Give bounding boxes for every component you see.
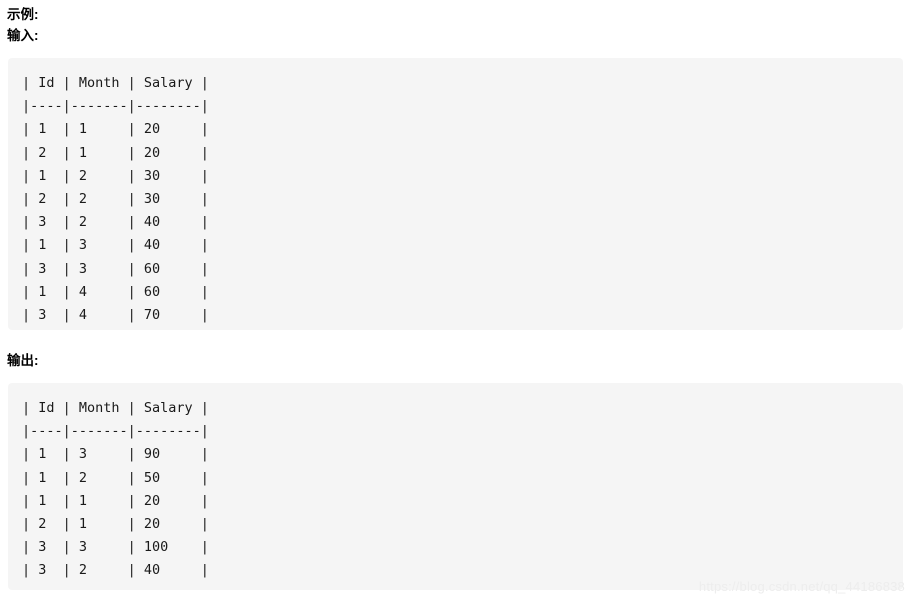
watermark-url: https://blog.csdn.net/qq_44186838 xyxy=(698,579,905,594)
heading-example: 示例: xyxy=(7,7,39,22)
heading-output: 输出: xyxy=(7,353,39,368)
input-table-text: | Id | Month | Salary | |----|-------|--… xyxy=(22,75,209,324)
code-block-output: | Id | Month | Salary | |----|-------|--… xyxy=(8,383,903,590)
code-block-input: | Id | Month | Salary | |----|-------|--… xyxy=(8,58,903,330)
output-table-text: | Id | Month | Salary | |----|-------|--… xyxy=(22,400,209,579)
document-page: 示例: 输入: | Id | Month | Salary | |----|--… xyxy=(0,0,911,598)
heading-input: 输入: xyxy=(7,28,39,43)
